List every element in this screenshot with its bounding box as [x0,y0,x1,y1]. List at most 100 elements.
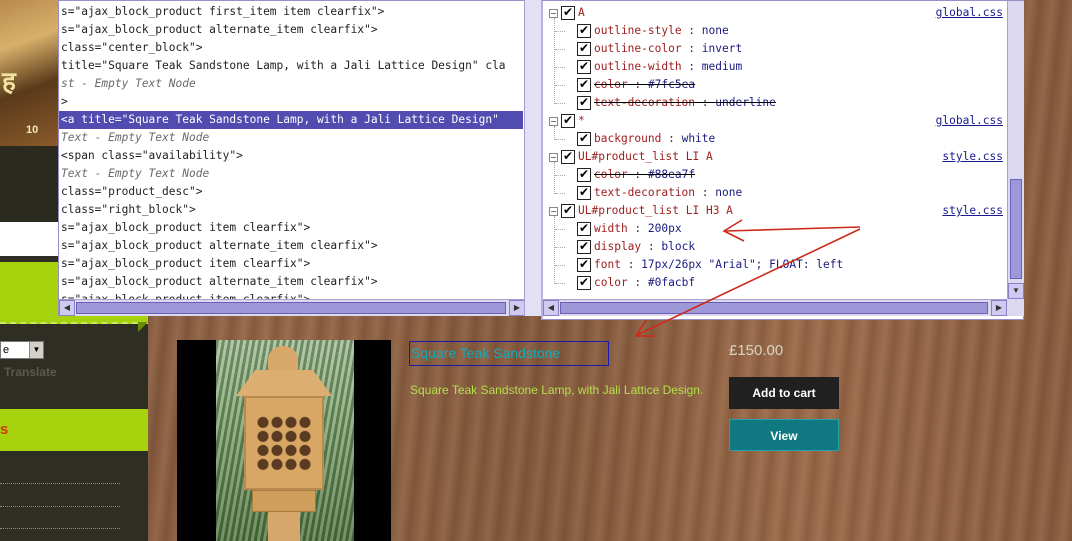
property-value[interactable]: underline [715,96,776,109]
property-checkbox[interactable]: ✔ [577,258,591,272]
lamp-roof [236,370,332,396]
sidebar-section-marker: s [0,421,9,438]
tree-guide [555,85,565,86]
property-checkbox[interactable]: ✔ [577,168,591,182]
property-checkbox[interactable]: ✔ [577,42,591,56]
property-checkbox[interactable]: ✔ [577,60,591,74]
property-value[interactable]: none [702,24,729,37]
css-vertical-scrollbar[interactable]: ▼ [1007,1,1024,299]
html-text-node[interactable]: Text - Empty Text Node [59,129,523,147]
translate-label[interactable]: Translate [4,365,57,379]
html-node[interactable]: s="ajax_block_product alternate_item cle… [59,237,523,255]
sidebar-search-field[interactable] [0,222,58,256]
css-rule-header[interactable]: − ✔ Aglobal.css [549,4,1007,22]
product-image[interactable] [177,340,391,541]
property-value[interactable]: #7fc5ea [648,78,695,91]
add-to-cart-button[interactable]: Add to cart [729,377,839,409]
scroll-left-icon[interactable]: ◀ [59,300,75,316]
view-button[interactable]: View [729,419,839,451]
scrollbar-thumb[interactable] [560,302,988,314]
html-node[interactable]: class="product_desc"> [59,183,523,201]
property-checkbox[interactable]: ✔ [577,240,591,254]
property-checkbox[interactable]: ✔ [577,132,591,146]
property-checkbox[interactable]: ✔ [577,24,591,38]
property-value[interactable]: #88ea7f [648,168,695,181]
stylesheet-link[interactable]: style.css [942,202,1003,220]
html-node[interactable]: title="Square Teak Sandstone Lamp, with … [59,57,523,75]
collapse-icon[interactable]: − [549,8,558,18]
product-title-link[interactable]: Square Teak Sandstone [409,341,609,366]
property-checkbox[interactable]: ✔ [577,222,591,236]
property-value[interactable]: invert [702,42,742,55]
stylesheet-link[interactable]: style.css [942,148,1003,166]
property-colon: : [681,24,702,37]
property-value[interactable]: white [682,132,716,145]
css-property[interactable]: ✔ width : 200px [577,220,1007,238]
html-node[interactable]: class="center_block"> [59,39,523,57]
css-property[interactable]: ✔ display : block [577,238,1007,256]
html-node[interactable]: s="ajax_block_product alternate_item cle… [59,273,523,291]
tree-guide [555,229,565,230]
html-horizontal-scrollbar[interactable]: ◀ ▶ [59,299,525,316]
rule-checkbox[interactable]: ✔ [561,6,575,20]
html-node[interactable]: s="ajax_block_product alternate_item cle… [59,21,523,39]
css-property[interactable]: ✔ color : #7fc5ea [577,76,1007,94]
css-property[interactable]: ✔ color : #88ea7f [577,166,1007,184]
html-node[interactable]: s="ajax_block_product item clearfix"> [59,291,523,299]
collapse-icon[interactable]: − [549,152,558,162]
property-name: outline-style [594,24,682,37]
chevron-down-icon[interactable]: ▼ [29,342,43,358]
scroll-right-icon[interactable]: ▶ [991,300,1007,316]
html-node[interactable]: s="ajax_block_product item clearfix"> [59,219,523,237]
html-node[interactable]: s="ajax_block_product item clearfix"> [59,255,523,273]
property-value[interactable]: medium [702,60,742,73]
property-checkbox[interactable]: ✔ [577,276,591,290]
stylesheet-link[interactable]: global.css [936,4,1003,22]
html-node[interactable]: s="ajax_block_product first_item item cl… [59,3,523,21]
css-property[interactable]: ✔ outline-color : invert [577,40,1007,58]
css-property[interactable]: ✔ font : 17px/26px "Arial"; FLOAT: left [577,256,1007,274]
scrollbar-thumb[interactable] [76,302,506,314]
property-colon: : [695,96,716,109]
html-node[interactable]: class="right_block"> [59,201,523,219]
css-rule-header[interactable]: − ✔ * global.css [549,112,1007,130]
property-colon: : [627,222,648,235]
property-checkbox[interactable]: ✔ [577,186,591,200]
pane-splitter[interactable] [524,0,541,316]
collapse-icon[interactable]: − [549,116,558,126]
rule-checkbox[interactable]: ✔ [561,114,575,128]
rule-checkbox[interactable]: ✔ [561,204,575,218]
scroll-right-icon[interactable]: ▶ [509,300,525,316]
html-node[interactable]: > [59,93,523,111]
scrollbar-thumb[interactable] [1010,179,1022,279]
property-checkbox[interactable]: ✔ [577,78,591,92]
property-checkbox[interactable]: ✔ [577,96,591,110]
css-property[interactable]: ✔ background : white [577,130,1007,148]
css-rule-header[interactable]: − ✔ UL#product_list LI A style.css [549,148,1007,166]
css-rule-header[interactable]: − ✔ UL#product_list LI H3 A style.css [549,202,1007,220]
property-value[interactable]: #0facbf [648,276,695,289]
property-value[interactable]: block [661,240,695,253]
rule-checkbox[interactable]: ✔ [561,150,575,164]
property-value[interactable]: none [715,186,742,199]
css-property[interactable]: ✔ outline-style : none [577,22,1007,40]
css-property[interactable]: ✔ color : #0facbf [577,274,1007,292]
property-value[interactable]: 17px/26px "Arial"; FLOAT: left [641,258,843,271]
property-value[interactable]: 200px [648,222,682,235]
html-text-node[interactable]: st - Empty Text Node [59,75,523,93]
css-horizontal-scrollbar[interactable]: ◀ ▶ [543,299,1007,316]
css-property[interactable]: ✔ text-decoration : none [577,184,1007,202]
language-select[interactable]: e ▼ [0,341,44,359]
tree-guide [554,216,555,284]
scroll-left-icon[interactable]: ◀ [543,300,559,316]
tree-guide [555,175,565,176]
collapse-icon[interactable]: − [549,206,558,216]
html-text-node[interactable]: Text - Empty Text Node [59,165,523,183]
html-node[interactable]: <span class="availability"> [59,147,523,165]
stylesheet-link[interactable]: global.css [936,112,1003,130]
html-node-selected[interactable]: <a title="Square Teak Sandstone Lamp, wi… [59,111,523,129]
css-property[interactable]: ✔ outline-width : medium [577,58,1007,76]
css-property[interactable]: ✔ text-decoration : underline [577,94,1007,112]
scroll-down-icon[interactable]: ▼ [1008,283,1024,299]
css-selector: UL#product_list LI A [578,150,713,163]
